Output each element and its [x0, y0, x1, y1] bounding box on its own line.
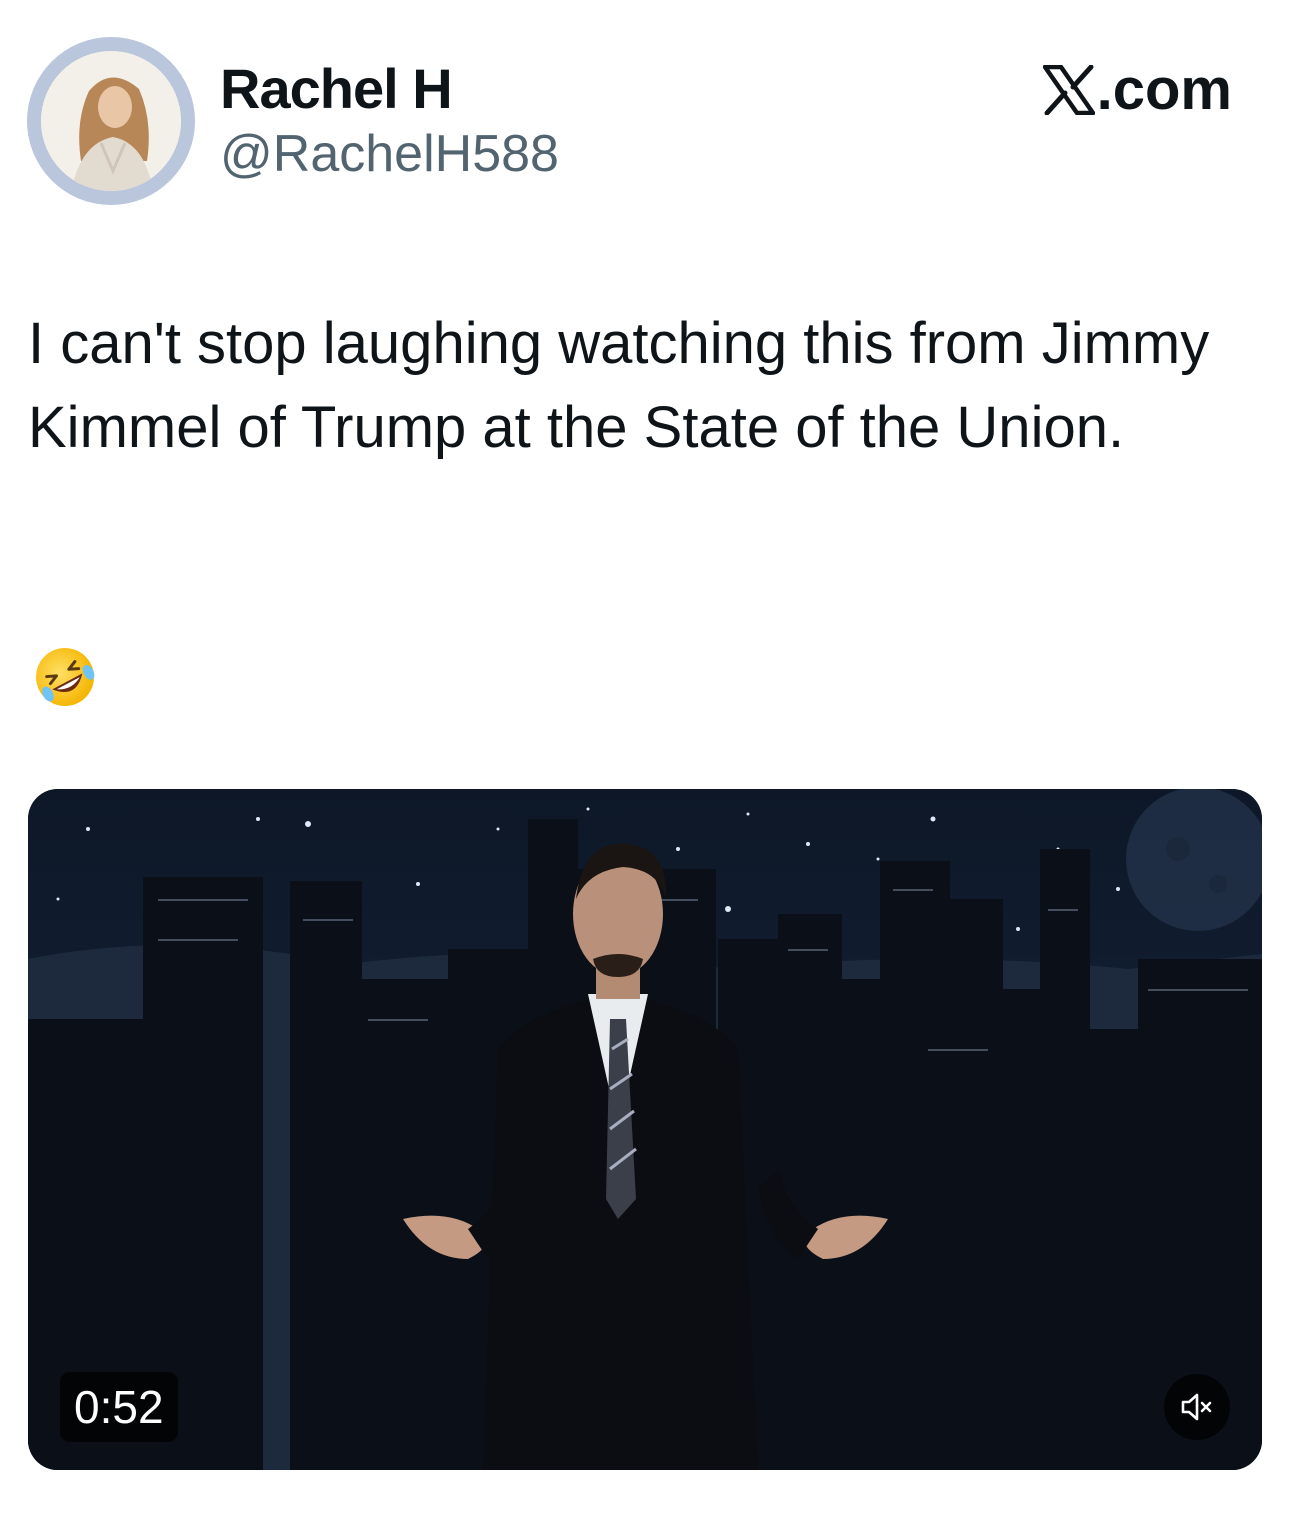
video-player[interactable]: 0:52 — [28, 789, 1262, 1470]
x-logo-icon — [1042, 64, 1095, 115]
video-frame — [28, 789, 1262, 1470]
tweet-text: I can't stop laughing watching this from… — [28, 311, 1210, 460]
speaker-muted-icon — [1181, 1393, 1212, 1421]
avatar-photo — [41, 51, 181, 191]
mute-button[interactable] — [1164, 1374, 1230, 1440]
video-duration: 0:52 — [60, 1372, 178, 1442]
user-handle[interactable]: @RachelH588 — [220, 124, 559, 184]
rolling-on-floor-laughing-icon — [36, 648, 95, 706]
display-name[interactable]: Rachel H — [220, 56, 453, 121]
x-com-brand: .com — [1042, 56, 1232, 123]
avatar[interactable] — [27, 37, 195, 205]
tweet-card: Rachel H @RachelH588 .com I can't stop l… — [0, 0, 1290, 1518]
x-com-suffix: .com — [1096, 57, 1232, 122]
